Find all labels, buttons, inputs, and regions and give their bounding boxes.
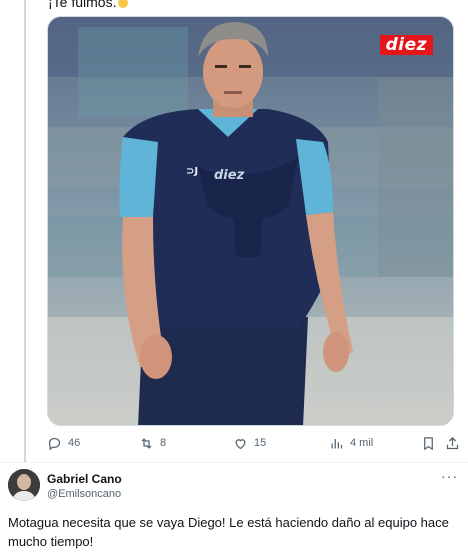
views-count: 4 mil bbox=[350, 437, 374, 449]
reply-author-handle[interactable]: @Emilsoncano bbox=[47, 488, 121, 500]
tweet-thread: ¡Te fuimos. diez ⊃J diez 46 8 15 4 mil G… bbox=[0, 0, 468, 552]
diez-logo: diez bbox=[379, 35, 433, 55]
reply-icon bbox=[48, 437, 61, 450]
avatar-image bbox=[8, 469, 40, 501]
bookmark-button[interactable] bbox=[421, 432, 436, 454]
reply-count: 46 bbox=[68, 437, 81, 449]
tweet-media-photo[interactable]: diez ⊃J diez bbox=[47, 16, 454, 426]
retweet-button[interactable]: 8 bbox=[139, 432, 166, 454]
photo-illustration: diez ⊃J bbox=[48, 17, 453, 425]
bookmark-icon bbox=[424, 436, 433, 450]
more-options-icon[interactable]: ··· bbox=[441, 468, 458, 484]
tweet-divider bbox=[0, 462, 468, 463]
heart-icon bbox=[235, 438, 246, 449]
views-icon bbox=[331, 438, 343, 448]
svg-text:⊃J: ⊃J bbox=[186, 166, 198, 177]
like-count: 15 bbox=[254, 437, 267, 449]
avatar[interactable] bbox=[8, 469, 40, 501]
reply-button[interactable]: 46 bbox=[47, 432, 80, 454]
previous-tweet-text: ¡Te fuimos. bbox=[48, 0, 129, 10]
shirt-logo: diez bbox=[214, 168, 245, 183]
retweet-count: 8 bbox=[160, 437, 167, 449]
tweet-action-bar: 46 8 15 4 mil bbox=[47, 432, 461, 454]
share-icon bbox=[446, 436, 459, 449]
share-button[interactable] bbox=[445, 432, 460, 454]
previous-tweet-text-tail: ¡Te fuimos. bbox=[48, 0, 117, 10]
like-button[interactable]: 15 bbox=[233, 432, 266, 454]
reply-tweet-text: Motagua necesita que se vaya Diego! Le e… bbox=[8, 515, 449, 549]
retweet-icon bbox=[141, 437, 152, 449]
views-button[interactable]: 4 mil bbox=[329, 432, 373, 454]
thread-connector-line bbox=[24, 0, 26, 462]
smile-emoji-icon bbox=[118, 0, 129, 9]
reply-author-name[interactable]: Gabriel Cano bbox=[47, 472, 122, 486]
